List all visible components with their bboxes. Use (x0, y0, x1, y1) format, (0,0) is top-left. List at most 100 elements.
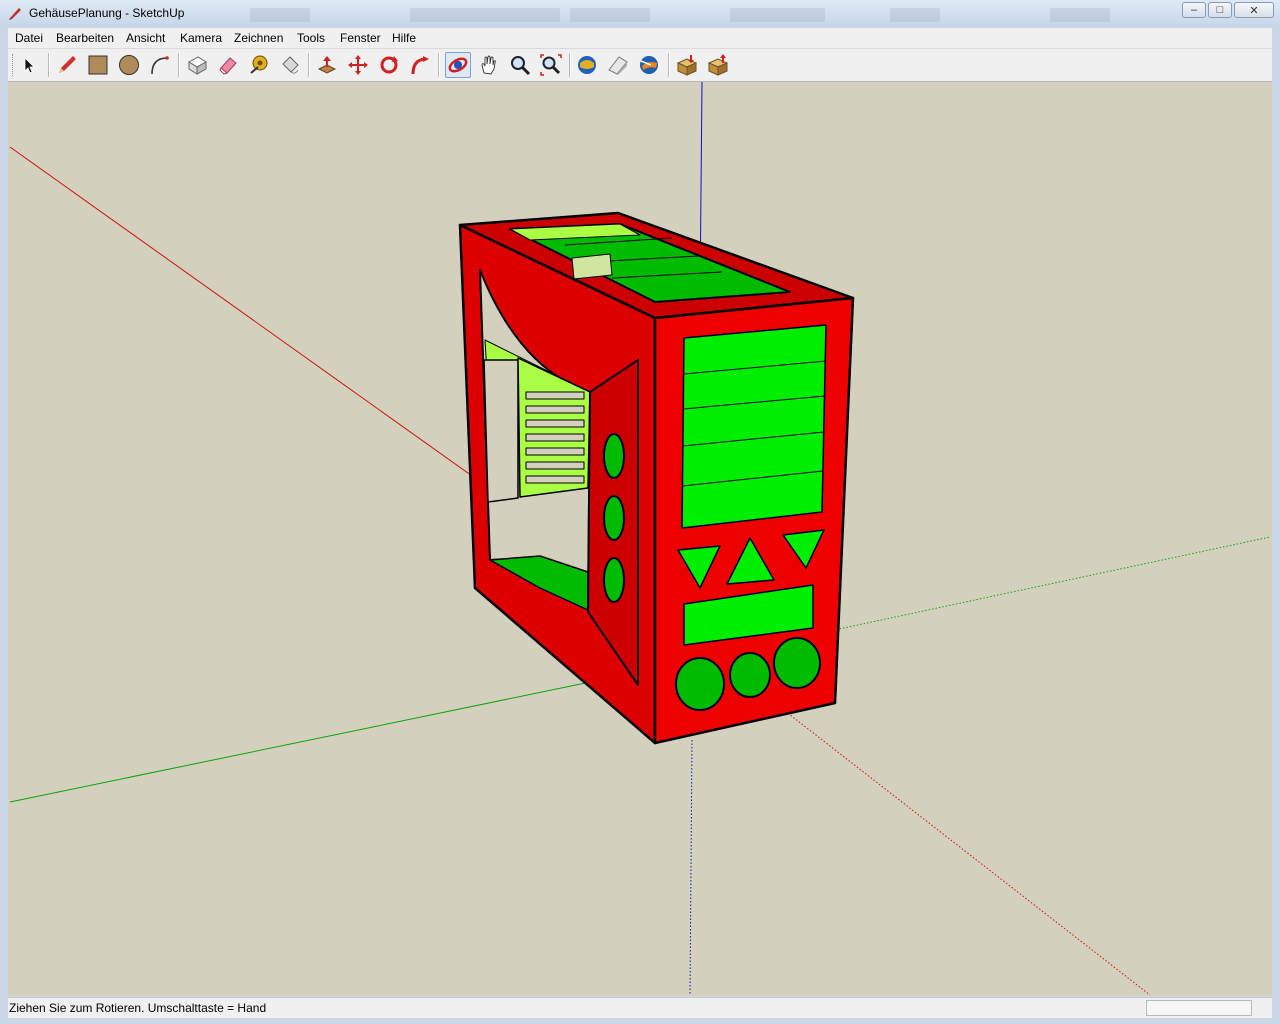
background-window-reflection (570, 8, 650, 22)
hand-icon (481, 55, 496, 75)
menu-hilfe[interactable]: Hilfe (392, 31, 416, 45)
rotate-icon (380, 56, 398, 74)
tape-measure-tool-button[interactable] (246, 52, 272, 78)
window-frame-right (1272, 27, 1280, 1024)
inner-opening (483, 359, 519, 503)
zoom-tool-button[interactable] (507, 52, 533, 78)
line-tool-button[interactable] (54, 52, 80, 78)
toolbar-separator (48, 53, 50, 77)
background-window-reflection (250, 8, 310, 22)
orbit-tool-button[interactable] (445, 52, 471, 78)
make-component-tool-button[interactable] (184, 52, 210, 78)
toolbar-separator (308, 53, 310, 77)
push-pull-icon (317, 56, 337, 74)
expansion-slot (525, 461, 585, 470)
side-vent-hole (603, 557, 625, 603)
select-tool-button[interactable] (16, 52, 42, 78)
expansion-slot (525, 447, 585, 456)
expansion-slot (525, 419, 585, 428)
front-fan-left (675, 657, 725, 711)
model-canvas[interactable] (8, 82, 1272, 996)
globe-icon (578, 56, 596, 74)
tape-measure-icon (250, 55, 268, 74)
close-button[interactable]: ✕ (1234, 2, 1274, 18)
expansion-slot (525, 475, 585, 484)
expansion-slot (525, 433, 585, 442)
menu-tools[interactable]: Tools (297, 31, 325, 45)
window-frame-left (0, 27, 8, 1024)
drawing-viewport[interactable] (8, 82, 1272, 996)
arc-icon (151, 56, 169, 75)
orbit-icon (448, 57, 468, 73)
zoom-extents-icon (540, 54, 562, 76)
menu-fenster[interactable]: Fenster (340, 31, 381, 45)
paint-bucket-icon (282, 56, 299, 74)
side-vent-hole (603, 433, 625, 479)
drive-bay-panel (681, 324, 827, 529)
follow-me-tool-button[interactable] (407, 52, 433, 78)
box-up-icon (707, 54, 729, 76)
window-frame-bottom (0, 1017, 1280, 1024)
share-model-button[interactable] (605, 52, 631, 78)
circle-tool-button[interactable] (116, 52, 142, 78)
pc-case-model[interactable] (458, 211, 855, 745)
earth-icon (640, 56, 658, 74)
arrow-cursor-icon (24, 57, 35, 74)
maximize-button[interactable]: □ (1208, 2, 1232, 18)
background-window-reflection (890, 8, 940, 22)
eraser-icon (219, 57, 237, 75)
rotate-tool-button[interactable] (376, 52, 402, 78)
green-axis (9, 679, 601, 803)
side-vent-hole (603, 495, 625, 541)
eraser-tool-button[interactable] (215, 52, 241, 78)
box-down-icon (676, 55, 698, 76)
background-window-reflection (730, 8, 825, 22)
move-tool-button[interactable] (345, 52, 371, 78)
follow-me-icon (411, 56, 429, 75)
menu-bearbeiten[interactable]: Bearbeiten (56, 31, 114, 45)
paint-bucket-tool-button[interactable] (277, 52, 303, 78)
inner-bracket (571, 253, 613, 280)
measurements-box[interactable] (1146, 1000, 1252, 1016)
sketchup-logo-icon (9, 8, 21, 20)
minimize-button[interactable]: – (1182, 2, 1206, 18)
tool-bar (8, 49, 1272, 82)
expansion-slot (525, 391, 585, 400)
arc-tool-button[interactable] (147, 52, 173, 78)
get-components-button[interactable] (674, 52, 700, 78)
menu-kamera[interactable]: Kamera (180, 31, 222, 45)
menu-zeichnen[interactable]: Zeichnen (234, 31, 283, 45)
front-fan-middle (729, 652, 771, 698)
blue-axis-negative (689, 739, 693, 996)
pan-tool-button[interactable] (476, 52, 502, 78)
menu-bar: Datei Bearbeiten Ansicht Kamera Zeichnen… (8, 28, 1272, 49)
status-bar: Ziehen Sie zum Rotieren. Umschalttaste =… (8, 997, 1272, 1018)
background-window-reflection (1050, 8, 1110, 22)
share-icon (608, 56, 628, 75)
status-text: Ziehen Sie zum Rotieren. Umschalttaste =… (9, 1001, 267, 1015)
title-bar[interactable]: GehäusePlanung - SketchUp – □ ✕ (0, 0, 1280, 27)
sketchup-window: GehäusePlanung - SketchUp – □ ✕ Datei Be… (0, 0, 1280, 1024)
window-controls: – □ ✕ (1182, 2, 1274, 18)
google-earth-button[interactable] (636, 52, 662, 78)
share-component-button[interactable] (705, 52, 731, 78)
move-icon (348, 55, 368, 75)
menu-datei[interactable]: Datei (15, 31, 43, 45)
magnifier-icon (511, 56, 531, 76)
pencil-icon (59, 56, 76, 73)
get-models-button[interactable] (574, 52, 600, 78)
expansion-slot (525, 405, 585, 414)
front-fan-right (773, 637, 821, 689)
circle-icon (119, 55, 139, 75)
background-window-reflection (410, 8, 560, 22)
rectangle-icon (88, 55, 108, 75)
push-pull-tool-button[interactable] (314, 52, 340, 78)
toolbar-separator (668, 53, 670, 77)
window-title: GehäusePlanung - SketchUp (29, 6, 185, 20)
rectangle-tool-button[interactable] (85, 52, 111, 78)
toolbar-separator (178, 53, 180, 77)
menu-ansicht[interactable]: Ansicht (126, 31, 165, 45)
zoom-extents-tool-button[interactable] (538, 52, 564, 78)
toolbar-separator (438, 53, 440, 77)
toolbar-separator (569, 53, 571, 77)
